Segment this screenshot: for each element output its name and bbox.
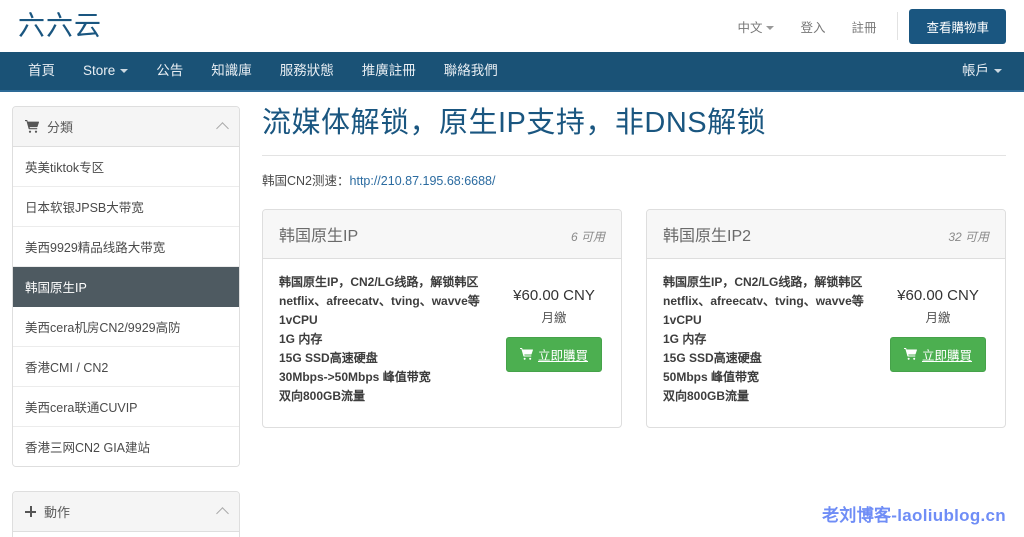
sidebar-item-japan-softbank[interactable]: 日本软银JPSB大带宽 (13, 187, 239, 227)
cart-icon (904, 348, 917, 361)
top-header: 六六云 中文 登入 註冊 查看購物車 (0, 0, 1024, 52)
view-cart-button[interactable]: 查看購物車 (909, 8, 1006, 44)
product-stock-badge: 32 可用 (948, 229, 989, 244)
categories-panel: 分類 英美tiktok专区 日本软银JPSB大带宽 美西9929精品线路大带宽 … (12, 106, 240, 467)
order-now-label: 立即購買 (537, 348, 588, 363)
feature-item: netflix、afreecatv、tving、wavve等 (279, 293, 480, 308)
actions-panel-header[interactable]: 動作 (13, 492, 239, 532)
page-root: 六六云 中文 登入 註冊 查看購物車 首頁 Store 公告 知識庫 服務狀態 … (0, 0, 1024, 537)
main-content: 流媒体解锁，原生IP支持，非DNS解锁 韩国CN2测速：http://210.8… (258, 106, 1006, 537)
sidebar: 分類 英美tiktok专区 日本软银JPSB大带宽 美西9929精品线路大带宽 … (12, 106, 240, 537)
sidebar-item-usw-cera-cuvip[interactable]: 美西cera联通CUVIP (13, 387, 239, 427)
order-now-button[interactable]: 立即購買 (889, 336, 986, 372)
product-billing-cycle: 月繳 (541, 310, 567, 325)
subtitle-prefix: 韩国CN2测速： (262, 173, 350, 188)
nav-item-contact[interactable]: 聯絡我們 (430, 52, 512, 90)
product-features: 韩国原生IP，CN2/LG线路，解锁韩区 netflix、afreecatv、t… (279, 273, 493, 406)
nav-item-account-label: 帳戶 (962, 63, 989, 78)
feature-item: 韩国原生IP，CN2/LG线路，解锁韩区 (663, 274, 863, 289)
chevron-up-icon[interactable] (216, 121, 229, 135)
feature-item: 1G 内存 (663, 331, 707, 346)
product-features: 韩国原生IP，CN2/LG线路，解锁韩区 netflix、afreecatv、t… (663, 273, 877, 406)
watermark: 老刘博客-laoliublog.cn (822, 506, 1006, 525)
feature-item: 1vCPU (279, 312, 318, 327)
sidebar-item-usw-cera-cn2[interactable]: 美西cera机房CN2/9929高防 (13, 307, 239, 347)
order-now-button[interactable]: 立即購買 (505, 336, 602, 372)
feature-item: 15G SSD高速硬盘 (663, 350, 762, 365)
sidebar-item-label: 美西cera联通CUVIP (25, 401, 138, 415)
product-stock-badge: 6 可用 (570, 229, 605, 244)
order-now-label: 立即購買 (921, 348, 972, 363)
nav-item-service-status[interactable]: 服務狀態 (266, 52, 348, 90)
main-navbar: 首頁 Store 公告 知識庫 服務狀態 推廣註冊 聯絡我們 帳戶 (0, 52, 1024, 92)
product-pricing: ¥60.00 CNY 月繳 立即購買 (493, 273, 605, 406)
nav-item-account[interactable]: 帳戶 (948, 52, 1016, 90)
actions-panel-title: 動作 (44, 505, 71, 520)
language-selector[interactable]: 中文 (724, 17, 787, 36)
nav-item-announcements[interactable]: 公告 (142, 52, 197, 90)
site-logo[interactable]: 六六云 (18, 12, 102, 40)
content-wrapper: 分類 英美tiktok专区 日本软银JPSB大带宽 美西9929精品线路大带宽 … (0, 92, 1024, 537)
chevron-down-icon (766, 26, 775, 31)
product-price: ¥60.00 CNY (513, 286, 595, 304)
categories-panel-header[interactable]: 分類 (13, 107, 239, 147)
product-price: ¥60.00 CNY (897, 286, 979, 304)
categories-list: 英美tiktok专区 日本软银JPSB大带宽 美西9929精品线路大带宽 韩国原… (13, 147, 239, 466)
sidebar-item-hk-cn2-gia[interactable]: 香港三网CN2 GIA建站 (13, 427, 239, 466)
feature-item: 1vCPU (663, 312, 702, 327)
feature-item: 双向800GB流量 (279, 388, 366, 403)
feature-item: 双向800GB流量 (663, 388, 750, 403)
product-card-body: 韩国原生IP，CN2/LG线路，解锁韩区 netflix、afreecatv、t… (647, 259, 1005, 428)
chevron-down-icon (994, 69, 1002, 74)
sidebar-action-view-cart[interactable]: 查看購物車 (13, 532, 239, 537)
nav-item-store[interactable]: Store (69, 52, 142, 90)
cart-icon (25, 120, 39, 133)
header-utility-nav: 中文 登入 註冊 查看購物車 (724, 8, 1006, 44)
product-billing-cycle: 月繳 (925, 310, 951, 325)
sidebar-item-tiktok[interactable]: 英美tiktok专区 (13, 147, 239, 187)
feature-item: 30Mbps->50Mbps 峰值带宽 (279, 369, 431, 384)
sidebar-item-label: 美西cera机房CN2/9929高防 (25, 321, 181, 335)
actions-panel: 動作 查看購物車 (12, 491, 240, 537)
nav-item-knowledgebase[interactable]: 知識庫 (197, 52, 266, 90)
plus-icon (25, 506, 36, 517)
product-card-header: 韩国原生IP2 32 可用 (647, 209, 1005, 259)
nav-item-home[interactable]: 首頁 (14, 52, 69, 90)
chevron-up-icon[interactable] (216, 506, 229, 520)
header-divider (897, 12, 899, 40)
sidebar-item-hk-cmi-cn2[interactable]: 香港CMI / CN2 (13, 347, 239, 387)
page-title: 流媒体解锁，原生IP支持，非DNS解锁 (262, 106, 1006, 156)
language-label: 中文 (737, 20, 763, 35)
sidebar-item-korea-native-ip[interactable]: 韩国原生IP (13, 267, 239, 307)
sidebar-item-label: 香港三网CN2 GIA建站 (25, 441, 151, 455)
sidebar-item-label: 美西9929精品线路大带宽 (25, 241, 166, 255)
register-link[interactable]: 註冊 (838, 17, 889, 36)
login-link[interactable]: 登入 (787, 17, 838, 36)
feature-item: netflix、afreecatv、tving、wavve等 (663, 293, 864, 308)
sidebar-item-label: 香港CMI / CN2 (25, 361, 109, 375)
product-card-body: 韩国原生IP，CN2/LG线路，解锁韩区 netflix、afreecatv、t… (263, 259, 621, 428)
categories-panel-title: 分類 (47, 120, 74, 135)
feature-item: 1G 内存 (279, 331, 323, 346)
feature-item: 50Mbps 峰值带宽 (663, 369, 760, 384)
nav-item-affiliate[interactable]: 推廣註冊 (348, 52, 430, 90)
product-card-header: 韩国原生IP 6 可用 (263, 209, 621, 259)
speedtest-link[interactable]: http://210.87.195.68:6688/ (350, 174, 496, 188)
product-title: 韩国原生IP (279, 227, 359, 245)
sidebar-item-label: 韩国原生IP (25, 281, 87, 295)
product-card: 韩国原生IP 6 可用 韩国原生IP，CN2/LG线路，解锁韩区 netflix… (262, 208, 622, 429)
sidebar-item-label: 日本软银JPSB大带宽 (25, 201, 144, 215)
sidebar-item-label: 英美tiktok专区 (25, 161, 105, 175)
product-pricing: ¥60.00 CNY 月繳 立即購買 (877, 273, 989, 406)
feature-item: 15G SSD高速硬盘 (279, 350, 378, 365)
nav-item-store-label: Store (83, 63, 116, 78)
product-card: 韩国原生IP2 32 可用 韩国原生IP，CN2/LG线路，解锁韩区 netfl… (646, 208, 1006, 429)
chevron-down-icon (120, 69, 129, 74)
cart-icon (520, 348, 533, 361)
feature-item: 韩国原生IP，CN2/LG线路，解锁韩区 (279, 274, 479, 289)
sidebar-item-usw-9929[interactable]: 美西9929精品线路大带宽 (13, 227, 239, 267)
product-title: 韩国原生IP2 (663, 227, 752, 245)
page-subtitle: 韩国CN2测速：http://210.87.195.68:6688/ (262, 170, 1006, 189)
product-list: 韩国原生IP 6 可用 韩国原生IP，CN2/LG线路，解锁韩区 netflix… (262, 208, 1006, 429)
